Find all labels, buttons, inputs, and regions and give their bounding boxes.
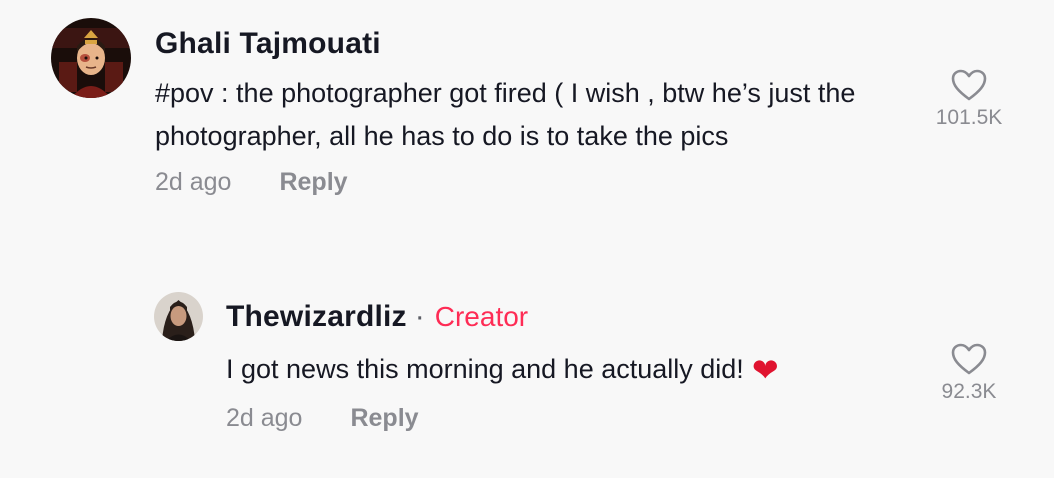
user-avatar[interactable] [154,292,203,341]
comment-thread: Ghali Tajmouati #pov : the photographer … [0,0,1054,478]
comment-text: I got news this morning and he actually … [226,348,866,392]
username-row: Ghali Tajmouati [155,22,1011,66]
like-button[interactable]: 101.5K [919,68,1019,130]
comment-timestamp: 2d ago [226,404,303,432]
heart-outline-icon[interactable] [950,68,988,102]
avatar-photo-woman-icon [154,292,203,341]
username-row: Thewizardliz · Creator [226,295,1011,339]
comment-username[interactable]: Ghali Tajmouati [155,27,381,61]
comment-text: #pov : the photographer got fired ( I wi… [155,78,856,151]
comment-text-content: I got news this morning and he actually … [226,354,744,384]
comment-body: Thewizardliz · Creator I got news this m… [226,295,1011,433]
reply-button[interactable]: Reply [279,168,347,197]
comment-item: Ghali Tajmouati #pov : the photographer … [51,18,1011,197]
like-count: 92.3K [941,380,997,403]
reply-comment-item: Thewizardliz · Creator I got news this m… [154,292,1011,433]
creator-badge: Creator [434,301,529,332]
separator-dot: · [414,300,425,333]
comment-timestamp: 2d ago [155,168,232,196]
like-count: 101.5K [935,106,1003,129]
avatar-cartoon-character-icon [51,18,131,98]
user-avatar[interactable] [51,18,131,98]
red-heart-emoji-icon: ❤ [751,352,779,388]
comment-body: Ghali Tajmouati #pov : the photographer … [155,22,1011,197]
comment-username[interactable]: Thewizardliz [226,300,407,334]
comment-meta: 2d ago Reply [226,404,1011,433]
comment-meta: 2d ago Reply [155,168,1011,197]
like-button[interactable]: 92.3K [919,342,1019,404]
reply-button[interactable]: Reply [350,404,418,433]
heart-outline-icon[interactable] [950,342,988,376]
